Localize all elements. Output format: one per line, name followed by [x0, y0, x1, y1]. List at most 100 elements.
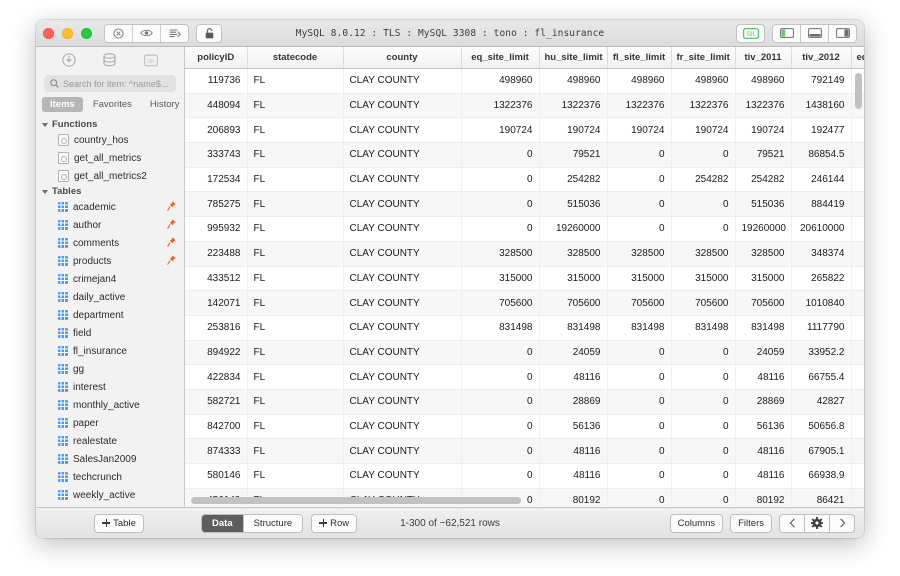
cell-statecode[interactable]: FL: [247, 266, 344, 292]
cell-county[interactable]: CLAY COUNTY: [343, 340, 462, 366]
minimize-button[interactable]: [62, 27, 73, 39]
cell-tiv_2012[interactable]: 884419: [791, 191, 852, 218]
sidebar-item-department[interactable]: department: [36, 306, 184, 324]
cell-fl_site_limit[interactable]: 705600: [607, 290, 672, 316]
cell-eq_site_limit[interactable]: 0: [461, 438, 540, 464]
toggle-bottom-panel-button[interactable]: [801, 23, 829, 43]
cell-county[interactable]: CLAY COUNTY: [343, 191, 462, 218]
cell-policyID[interactable]: 448094: [185, 93, 248, 119]
cell-county[interactable]: CLAY COUNTY: [343, 364, 462, 390]
column-header-policyID[interactable]: policyID: [185, 47, 248, 69]
cell-county[interactable]: CLAY COUNTY: [343, 117, 462, 144]
preview-button[interactable]: [133, 24, 161, 42]
cell-tiv_2011[interactable]: 831498: [735, 315, 792, 341]
table-row[interactable]: 333743FLCLAY COUNTY079521007952186854.50: [185, 142, 864, 168]
cell-tiv_2011[interactable]: 24059: [735, 340, 792, 366]
cell-eq_site_deductible[interactable]: 0: [851, 266, 864, 292]
next-page-button[interactable]: [830, 513, 855, 533]
cell-eq_site_limit[interactable]: 0: [461, 340, 540, 366]
cell-policyID[interactable]: 894922: [185, 340, 248, 366]
cell-statecode[interactable]: FL: [247, 438, 344, 464]
sidebar-item-academic[interactable]: academic: [36, 198, 184, 216]
cell-policyID[interactable]: 582721: [185, 389, 248, 415]
cell-county[interactable]: CLAY COUNTY: [343, 68, 462, 94]
cell-policyID[interactable]: 874333: [185, 438, 248, 464]
tab-favorites[interactable]: Favorites: [85, 97, 140, 112]
cell-eq_site_deductible[interactable]: 0: [851, 117, 864, 144]
cell-eq_site_limit[interactable]: 0: [461, 191, 540, 218]
sidebar-item-country_hos[interactable]: country_hos: [36, 131, 184, 149]
grid-scroll-area[interactable]: policyID statecode county eq_site_limit hu_s…: [185, 47, 864, 507]
cell-hu_site_limit[interactable]: 48116: [539, 463, 608, 489]
stop-button[interactable]: [105, 24, 133, 42]
sidebar-item-interest[interactable]: interest: [36, 378, 184, 396]
column-header-county[interactable]: county: [343, 47, 462, 69]
cell-policyID[interactable]: 253816: [185, 315, 248, 341]
close-button[interactable]: [43, 27, 54, 39]
cell-eq_site_limit[interactable]: 328500: [461, 241, 540, 267]
tab-history[interactable]: History: [142, 97, 188, 112]
cell-fl_site_limit[interactable]: 1322376: [607, 93, 672, 119]
column-header-tiv_2012[interactable]: tiv_2012: [791, 47, 852, 69]
table-row[interactable]: 253816 FL CLAY COUNTY 831498 831498 831498 831…: [185, 315, 864, 341]
cell-tiv_2011[interactable]: 28869: [735, 389, 792, 415]
cell-eq_site_deductible[interactable]: 1411: [851, 290, 864, 316]
cell-fl_site_limit[interactable]: 0: [607, 438, 672, 464]
table-row[interactable]: 995932 FL CLAY COUNTY 0 19260000 0 0 19260000 20…: [185, 216, 864, 242]
cell-county[interactable]: CLAY COUNTY: [343, 290, 462, 316]
cell-tiv_2012[interactable]: 792149: [791, 68, 852, 94]
cell-hu_site_limit[interactable]: 190724: [539, 117, 608, 144]
horizontal-scrollbar[interactable]: [191, 497, 850, 504]
cell-eq_site_deductible[interactable]: 0: [851, 414, 864, 440]
column-header-tiv_2011[interactable]: tiv_2011: [735, 47, 792, 69]
cell-policyID[interactable]: 842700: [185, 414, 248, 440]
cell-fr_site_limit[interactable]: 0: [671, 142, 736, 168]
cell-tiv_2011[interactable]: 48116: [735, 364, 792, 390]
cell-tiv_2011[interactable]: 498960: [735, 68, 792, 94]
cell-fl_site_limit[interactable]: 0: [607, 340, 672, 366]
cell-tiv_2011[interactable]: 254282: [735, 167, 792, 193]
column-header-eq_site_limit[interactable]: eq_site_limit: [461, 47, 540, 69]
sql-file-icon[interactable]: SQL: [144, 54, 158, 67]
table-row[interactable]: 172534 FL CLAY COUNTY 0 254282 0 254282 254282 2…: [185, 167, 864, 193]
cell-eq_site_deductible[interactable]: 0: [851, 142, 864, 168]
cell-fr_site_limit[interactable]: 0: [671, 216, 736, 242]
table-row[interactable]: 785275 FL CLAY COUNTY 0 515036 0 0 515036 884419…: [185, 191, 864, 218]
cell-fr_site_limit[interactable]: 831498: [671, 315, 736, 341]
cell-tiv_2012[interactable]: 265822: [791, 266, 852, 292]
cell-fr_site_limit[interactable]: 315000: [671, 266, 736, 292]
sidebar-item-techcrunch[interactable]: techcrunch: [36, 468, 184, 486]
cell-tiv_2012[interactable]: 1438160: [791, 93, 852, 119]
cell-statecode[interactable]: FL: [247, 241, 344, 267]
column-header-hu_site_limit[interactable]: hu_site_limit: [539, 47, 608, 69]
cell-eq_site_deductible[interactable]: 0: [851, 389, 864, 415]
cell-tiv_2011[interactable]: 705600: [735, 290, 792, 316]
columns-button[interactable]: Columns: [669, 513, 724, 533]
pin-toggle[interactable]: [167, 218, 176, 232]
cell-hu_site_limit[interactable]: 28869: [539, 389, 608, 415]
sidebar-item-monthly_active[interactable]: monthly_active: [36, 396, 184, 414]
cell-statecode[interactable]: FL: [247, 117, 344, 144]
cell-policyID[interactable]: 580146: [185, 463, 248, 489]
table-row[interactable]: 448094 FL CLAY COUNTY 1322376 1322376 1322376…: [185, 93, 864, 119]
column-header-eq_site_deductible[interactable]: eq_site_deductible: [851, 47, 864, 69]
cell-statecode[interactable]: FL: [247, 340, 344, 366]
cell-county[interactable]: CLAY COUNTY: [343, 463, 462, 489]
cell-fr_site_limit[interactable]: 705600: [671, 290, 736, 316]
cell-tiv_2011[interactable]: 1322376: [735, 93, 792, 119]
zoom-button[interactable]: [81, 27, 92, 39]
cell-eq_site_limit[interactable]: 0: [461, 463, 540, 489]
column-header-statecode[interactable]: statecode: [247, 47, 344, 69]
cell-eq_site_limit[interactable]: 498960: [461, 68, 540, 94]
cell-fl_site_limit[interactable]: 0: [607, 364, 672, 390]
cell-eq_site_deductible[interactable]: 0: [851, 463, 864, 489]
cell-policyID[interactable]: 142071: [185, 290, 248, 316]
cell-eq_site_deductible[interactable]: 0: [851, 93, 864, 119]
cell-county[interactable]: CLAY COUNTY: [343, 241, 462, 267]
horizontal-scrollbar-thumb[interactable]: [191, 497, 521, 504]
sidebar-item-author[interactable]: author: [36, 216, 184, 234]
toggle-sidebar-button[interactable]: [772, 23, 801, 43]
cell-hu_site_limit[interactable]: 48116: [539, 438, 608, 464]
cell-statecode[interactable]: FL: [247, 414, 344, 440]
cell-fr_site_limit[interactable]: 0: [671, 364, 736, 390]
